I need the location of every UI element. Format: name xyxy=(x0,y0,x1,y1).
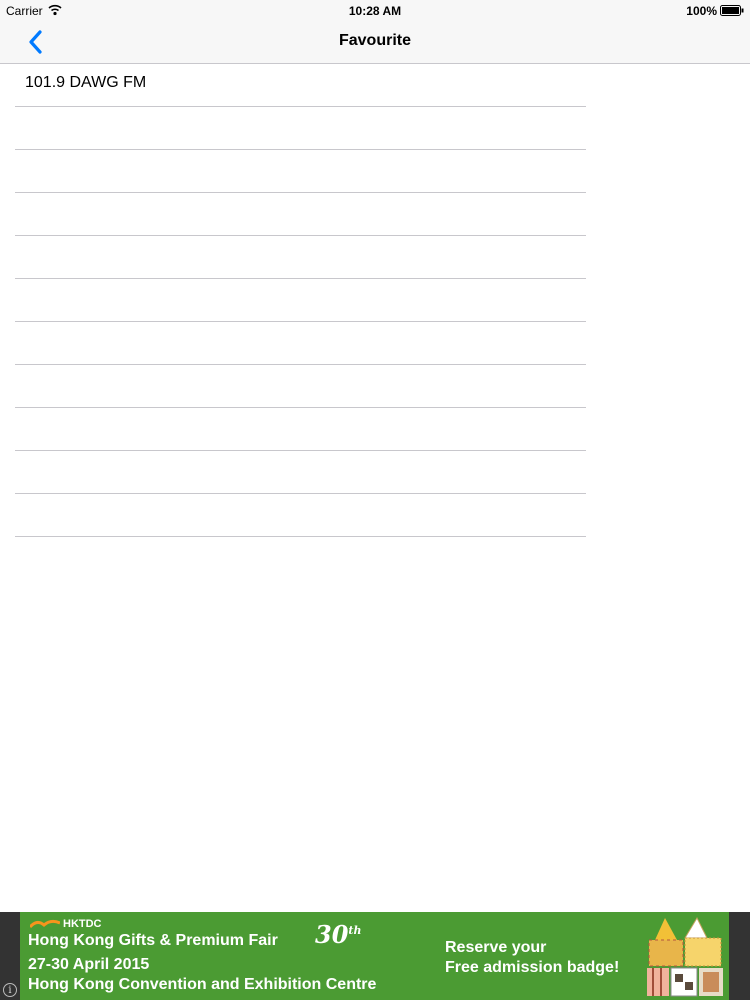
ad-banner: i HKTDC Hong Kong Gifts & Premium Fair 3… xyxy=(0,912,750,1000)
list-item[interactable]: 101.9 DAWG FM xyxy=(15,64,586,107)
battery-percentage: 100% xyxy=(686,4,717,18)
list-item[interactable] xyxy=(15,408,586,451)
list-item[interactable] xyxy=(15,451,586,494)
list-item[interactable] xyxy=(15,193,586,236)
ad-anniversary-number: 30 xyxy=(315,920,349,949)
ad-cta-line-1: Reserve your xyxy=(445,939,547,956)
ad-content[interactable]: HKTDC Hong Kong Gifts & Premium Fair 30t… xyxy=(20,912,729,1000)
ad-anniversary-badge: 30th xyxy=(315,920,362,949)
ad-brand-logo: HKTDC xyxy=(30,918,102,930)
list-item[interactable] xyxy=(15,279,586,322)
list-item[interactable] xyxy=(15,365,586,408)
hktdc-logo-icon xyxy=(30,919,60,929)
ad-call-to-action: Reserve your Free admission badge! xyxy=(445,938,619,978)
status-time: 10:28 AM xyxy=(348,4,402,18)
battery-icon xyxy=(720,5,744,16)
list-item[interactable] xyxy=(15,494,586,537)
navigation-bar: Favourite xyxy=(0,22,750,64)
ad-date: 27-30 April 2015 xyxy=(28,956,150,973)
ad-venue: Hong Kong Convention and Exhibition Cent… xyxy=(28,976,377,993)
list-item[interactable] xyxy=(15,107,586,150)
list-item[interactable] xyxy=(15,150,586,193)
ad-brand-name: HKTDC xyxy=(63,918,102,930)
gift-boxes-image xyxy=(647,916,723,997)
favourite-list: 101.9 DAWG FM xyxy=(15,64,586,537)
ad-title: Hong Kong Gifts & Premium Fair xyxy=(28,932,278,949)
page-title: Favourite xyxy=(338,32,411,49)
list-item[interactable] xyxy=(15,236,586,279)
favourite-screen: Carrier 10:28 AM 100% Favourite 101.9 DA… xyxy=(0,0,750,1000)
list-item[interactable] xyxy=(15,322,586,365)
ad-cta-line-2: Free admission badge! xyxy=(445,959,620,976)
status-bar: Carrier 10:28 AM 100% xyxy=(0,0,750,22)
ad-info-icon[interactable]: i xyxy=(3,983,17,997)
ad-anniversary-suffix: th xyxy=(348,924,362,937)
